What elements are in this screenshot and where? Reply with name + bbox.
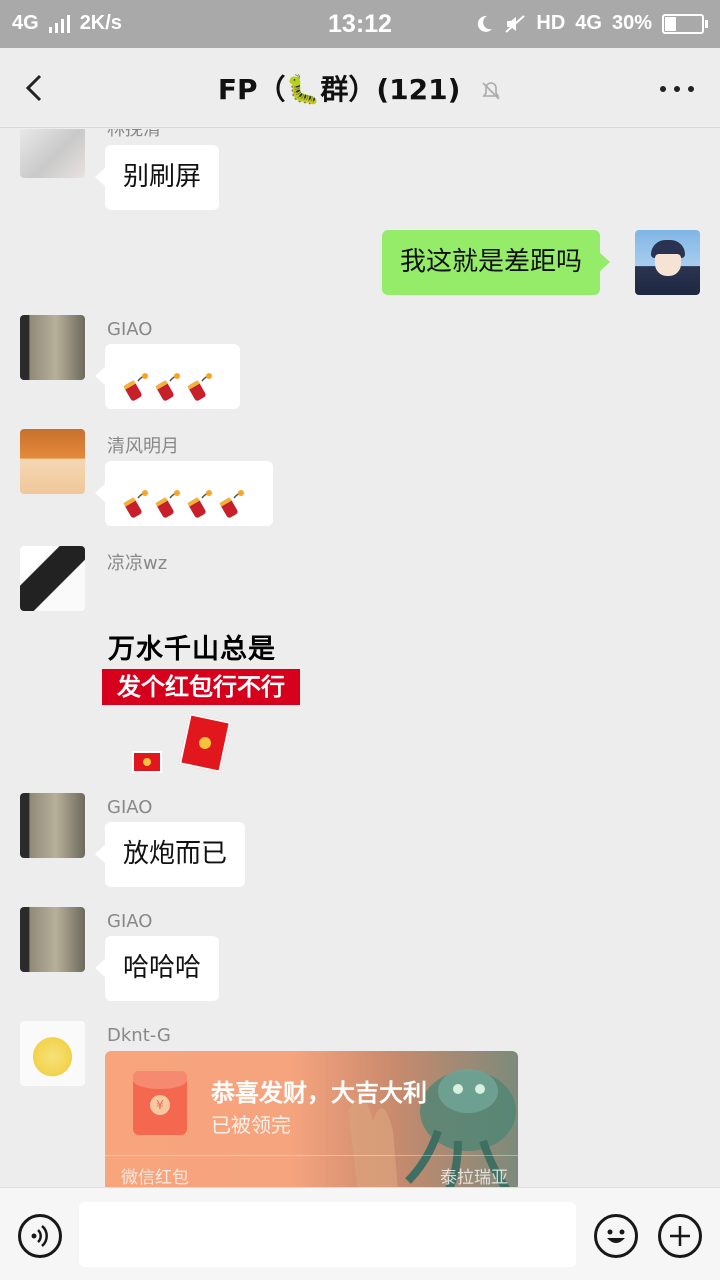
chat-header: FP（🐛群）(121) (0, 48, 720, 128)
sender-name: 林挽清 (107, 129, 161, 140)
chat-title-wrap: FP（🐛群）(121) (0, 68, 720, 108)
red-packet-skin-name: 泰拉瑞亚 (440, 1168, 508, 1187)
sender-name: GIAO (107, 797, 153, 818)
network-right-label: 4G (575, 12, 602, 34)
firecracker-icon (219, 479, 245, 518)
firecracker-icon (187, 362, 213, 401)
status-right: HD 4G 30% (474, 12, 708, 35)
firecracker-icon (155, 362, 181, 401)
voice-input-icon[interactable] (18, 1214, 62, 1258)
more-options-icon[interactable] (660, 86, 694, 92)
muted-bell-icon (482, 82, 500, 100)
divider (105, 1155, 518, 1156)
sender-name: 凉凉wz (107, 553, 168, 574)
sender-name: 清风明月 (107, 436, 179, 457)
firecracker-icon (123, 479, 149, 518)
mute-icon (505, 14, 526, 33)
emoji-icon[interactable] (594, 1214, 638, 1258)
battery-percent: 30% (611, 12, 652, 34)
avatar[interactable] (20, 793, 85, 858)
self-message-bubble[interactable]: 我这就是差距吗 (382, 230, 611, 295)
avatar[interactable] (20, 1021, 85, 1086)
red-envelope-icon (132, 751, 162, 773)
message-bubble[interactable]: 哈哈哈 (94, 936, 220, 1001)
avatar[interactable] (20, 429, 85, 494)
chat-title: FP（🐛群）(121) (217, 73, 461, 106)
sticker-image[interactable]: 万水千山总是情 发个红包行不行 (102, 627, 302, 775)
red-packet-title: 恭喜发财，大吉大利 (211, 1079, 427, 1107)
message-list: 林挽清 别刷屏 我这就是差距吗 GIAO 清风明月 凉凉wz 万水千山总是情 发… (0, 129, 720, 1187)
self-avatar[interactable] (635, 230, 700, 295)
avatar[interactable] (20, 315, 85, 380)
emoji-message-bubble[interactable] (95, 461, 273, 526)
moon-icon (478, 15, 493, 32)
avatar[interactable] (20, 129, 85, 178)
plus-icon[interactable] (658, 1214, 702, 1258)
emoji-message-bubble[interactable] (95, 344, 240, 409)
avatar[interactable] (20, 907, 85, 972)
firecracker-icon (123, 362, 149, 401)
input-bar (0, 1187, 720, 1280)
sender-name: GIAO (107, 319, 153, 340)
avatar[interactable] (20, 546, 85, 611)
battery-icon (662, 13, 708, 34)
red-envelope-icon (179, 713, 231, 773)
sender-name: GIAO (107, 911, 153, 932)
message-bubble[interactable]: 别刷屏 (94, 145, 220, 210)
red-packet-footer: 微信红包 (121, 1168, 189, 1187)
sender-name: Dknt-G (107, 1025, 171, 1046)
status-bar: 4G 2K/s 13:12 HD 4G 30% (0, 0, 720, 48)
hd-label: HD (536, 12, 566, 34)
message-input[interactable] (79, 1202, 576, 1267)
firecracker-icon (155, 479, 181, 518)
red-packet-status: 已被领完 (211, 1113, 291, 1137)
message-bubble[interactable]: 放炮而已 (94, 822, 246, 887)
sticker-text-line2: 发个红包行不行 (102, 669, 300, 705)
firecracker-icon (187, 479, 213, 518)
red-packet-icon: ¥ (133, 1071, 187, 1135)
red-packet-card[interactable]: ¥ 恭喜发财，大吉大利 已被领完 微信红包 泰拉瑞亚 (105, 1051, 518, 1187)
